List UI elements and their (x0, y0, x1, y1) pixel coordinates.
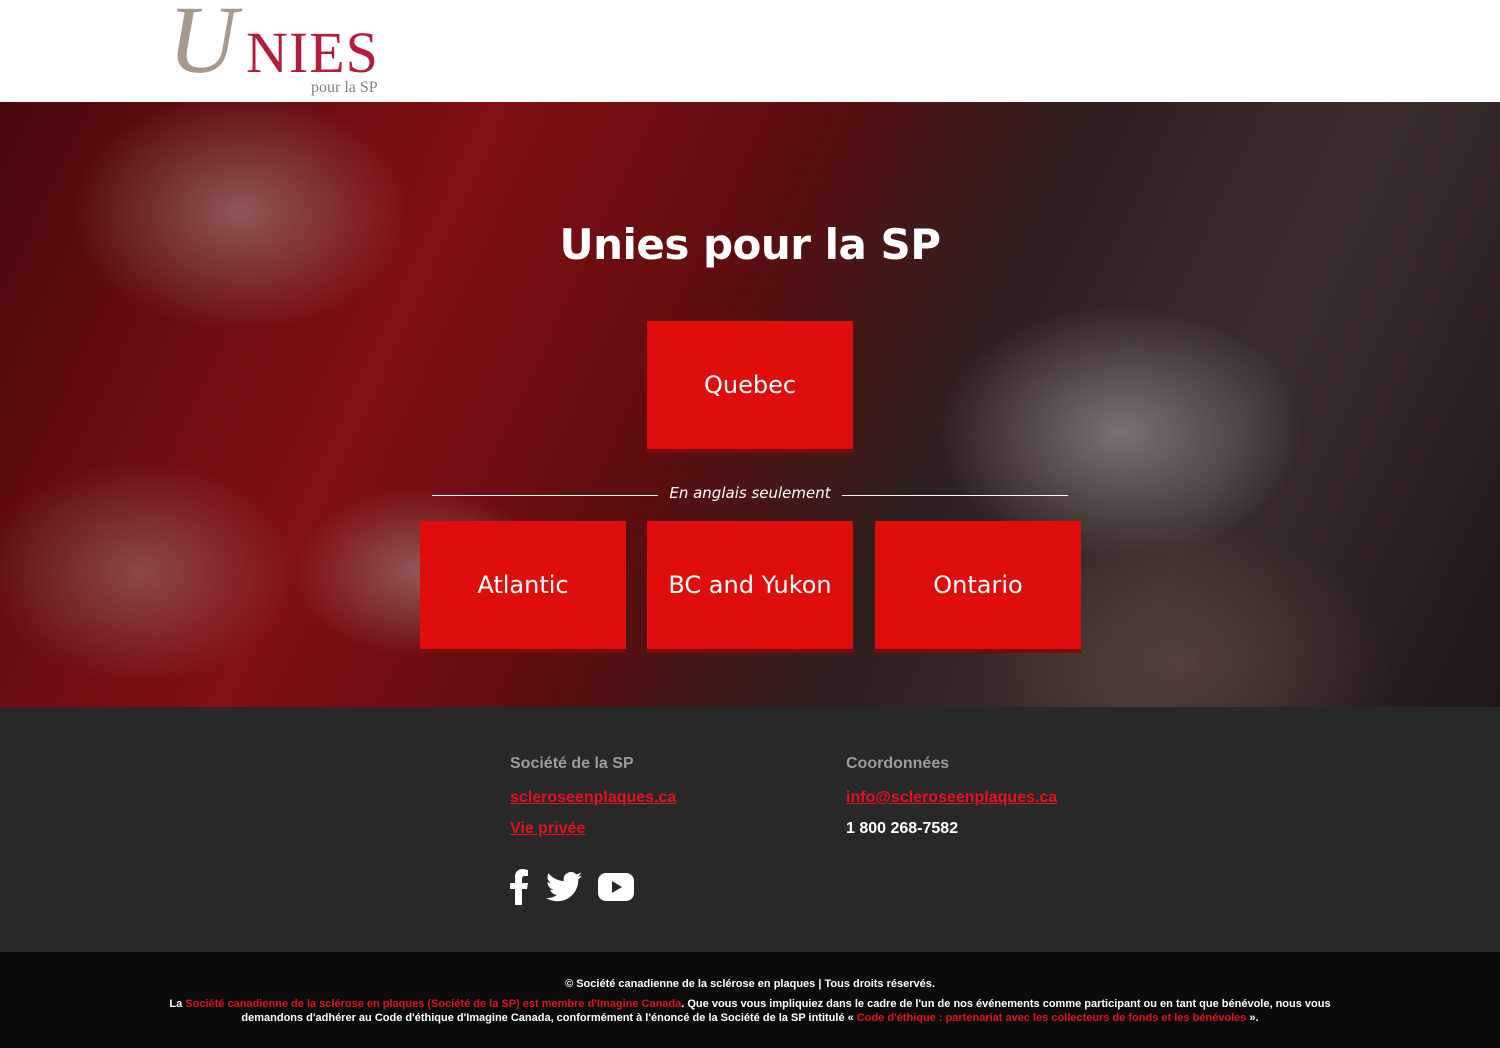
footer-society-title: Société de la SP (510, 755, 634, 772)
page-title: Unies pour la SP (559, 220, 941, 269)
legal-prefix: La (169, 998, 186, 1010)
legal-suffix: ». (1246, 1012, 1259, 1024)
footer-contact-title: Coordonnées (846, 755, 950, 772)
footer-column-society: Société de la SP scleroseenplaques.ca Vi… (510, 755, 676, 851)
region-button-ontario[interactable]: Ontario (875, 521, 1081, 649)
footer-column-contact: Coordonnées info@scleroseenplaques.ca 1 … (846, 755, 1057, 838)
facebook-icon[interactable] (508, 869, 530, 905)
logo-subtitle: pour la SP (311, 79, 378, 96)
imagine-canada-link[interactable]: Société canadienne de la sclérose en pla… (185, 998, 681, 1010)
divider-right (842, 495, 1068, 496)
site-footer: Société de la SP scleroseenplaques.ca Vi… (0, 707, 1500, 952)
region-button-bc-yukon[interactable]: BC and Yukon (647, 521, 853, 649)
legal-bar: © Société canadienne de la sclérose en p… (0, 952, 1500, 1048)
english-only-label: En anglais seulement (669, 484, 831, 502)
site-logo[interactable]: U NIES pour la SP (168, 0, 388, 100)
logo-letter: U (168, 0, 238, 93)
legal-text: La Société canadienne de la sclérose en … (145, 997, 1355, 1025)
footer-email-link[interactable]: info@scleroseenplaques.ca (846, 789, 1057, 807)
hero-section: Unies pour la SP Quebec En anglais seule… (0, 102, 1500, 707)
site-header: U NIES pour la SP (0, 0, 1500, 102)
region-button-atlantic[interactable]: Atlantic (420, 521, 626, 649)
footer-link-website[interactable]: scleroseenplaques.ca (510, 789, 676, 807)
social-links (508, 869, 634, 905)
code-ethics-link[interactable]: Code d'éthique : partenariat avec les co… (857, 1012, 1247, 1024)
youtube-icon[interactable] (598, 873, 634, 901)
twitter-icon[interactable] (546, 872, 582, 902)
copyright-text: © Société canadienne de la sclérose en p… (565, 978, 935, 990)
divider-left (432, 495, 658, 496)
footer-link-privacy[interactable]: Vie privée (510, 820, 676, 838)
footer-phone: 1 800 268-7582 (846, 820, 959, 837)
region-button-quebec[interactable]: Quebec (647, 321, 853, 449)
logo-word: NIES (246, 20, 379, 85)
